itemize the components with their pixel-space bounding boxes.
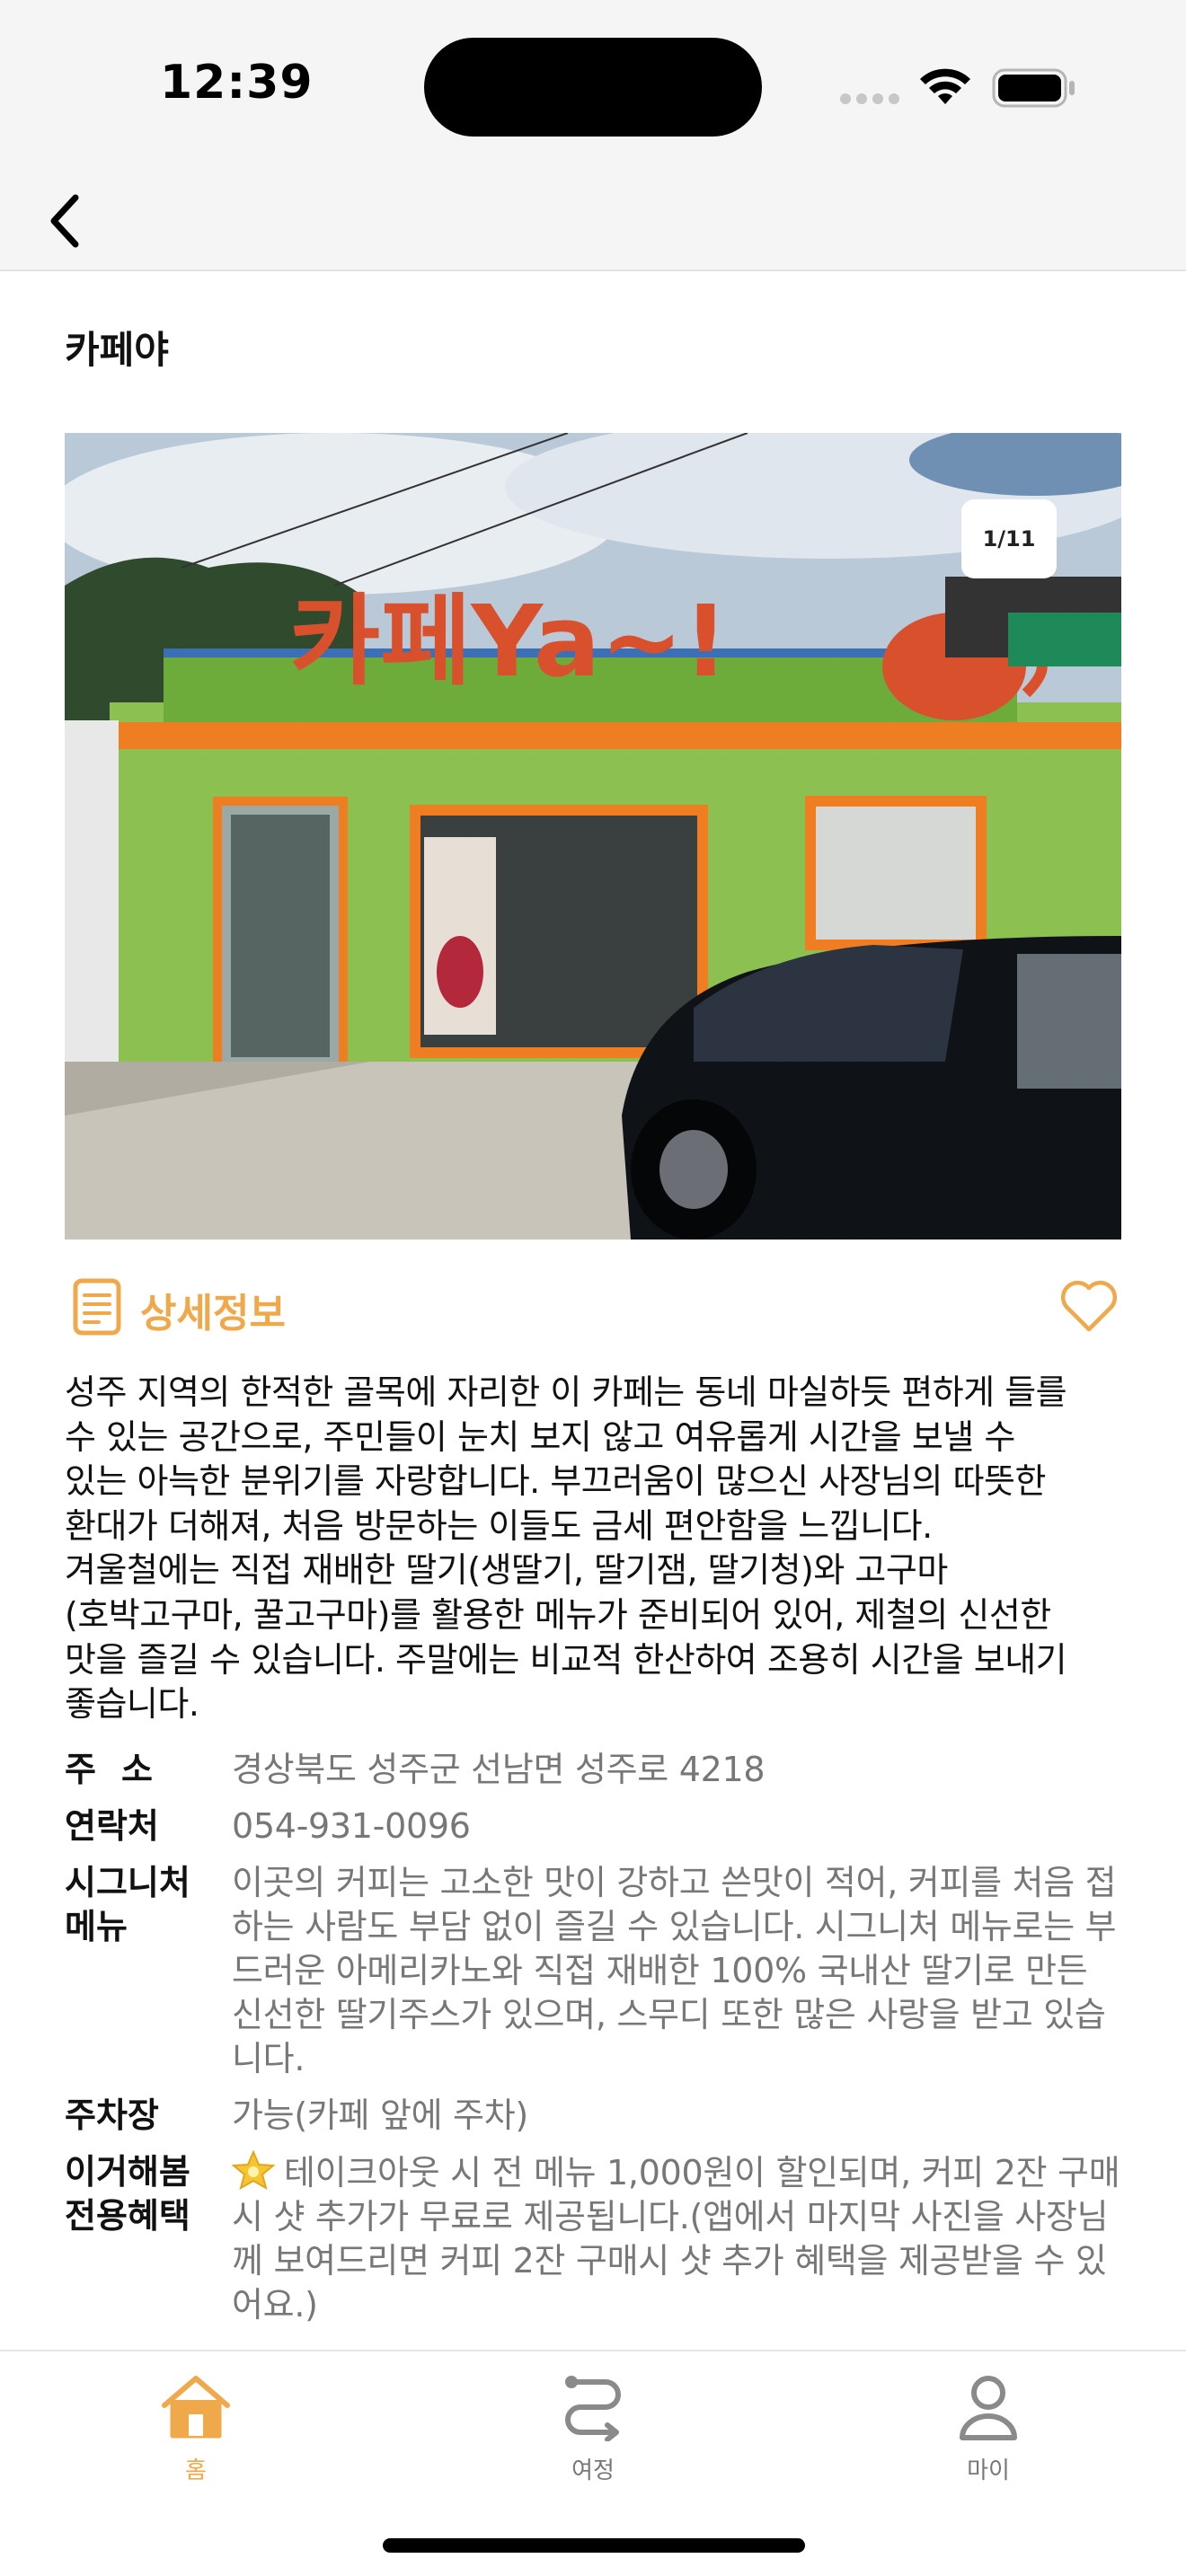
page-title: 카페야 bbox=[65, 328, 169, 372]
heart-outline-icon bbox=[1060, 1280, 1118, 1332]
address-row: 주소 경상북도 성주군 선남면 성주로 4218 bbox=[65, 1748, 1125, 1792]
nav-bar bbox=[0, 171, 1186, 271]
chevron-left-icon bbox=[50, 194, 79, 248]
tab-my[interactable]: 마이 bbox=[898, 2373, 1078, 2499]
person-icon bbox=[960, 2376, 1017, 2440]
parking-row: 주차장 가능(카페 앞에 주차) bbox=[65, 2094, 1125, 2138]
benefit-value: 테이크아웃 시 전 메뉴 1,000원이 할인되며, 커피 2잔 구매 시 샷 … bbox=[232, 2150, 1125, 2327]
document-list-icon bbox=[73, 1278, 121, 1336]
contact-phone-link[interactable]: 054-931-0096 bbox=[232, 1804, 1125, 1848]
tab-home[interactable]: 홈 bbox=[106, 2373, 286, 2499]
address-value[interactable]: 경상북도 성주군 선남면 성주로 4218 bbox=[232, 1748, 1125, 1792]
address-label: 주소 bbox=[65, 1750, 178, 1789]
back-button[interactable] bbox=[27, 183, 102, 259]
benefit-row: 이거해봄 전용혜택 테이크아웃 시 전 메뉴 1,000원이 할인되며, 커피 … bbox=[65, 2150, 1125, 2327]
signature-menu-label: 시그니처 메뉴 bbox=[65, 1863, 190, 1946]
info-list: 주소 경상북도 성주군 선남면 성주로 4218 연락처 054-931-009… bbox=[65, 1748, 1125, 2340]
detail-header: 상세정보 bbox=[65, 1275, 1121, 1338]
contact-row: 연락처 054-931-0096 bbox=[65, 1804, 1125, 1848]
wifi-icon bbox=[920, 68, 970, 104]
status-time: 12:39 bbox=[160, 56, 314, 110]
photo-carousel[interactable]: 카페Ya~! 1/11 bbox=[65, 433, 1121, 1239]
tab-journey[interactable]: 여정 bbox=[503, 2373, 683, 2499]
cellular-signal-icon bbox=[840, 93, 899, 104]
parking-value: 가능(카페 앞에 주차) bbox=[232, 2095, 528, 2135]
photo-counter-badge: 1/11 bbox=[961, 499, 1057, 578]
signature-menu-value: 이곳의 커피는 고소한 맛이 강하고 쓴맛이 적어, 커피를 처음 접하는 사람… bbox=[232, 1863, 1117, 2078]
route-icon bbox=[565, 2376, 621, 2441]
benefit-text: 테이크아웃 시 전 메뉴 1,000원이 할인되며, 커피 2잔 구매 시 샷 … bbox=[232, 2153, 1120, 2325]
sparkle-star-icon bbox=[232, 2150, 275, 2190]
status-bar: 12:39 bbox=[0, 0, 1186, 171]
benefit-label: 이거해봄 전용혜택 bbox=[65, 2152, 190, 2236]
favorite-button[interactable] bbox=[1057, 1275, 1121, 1337]
detail-section-title: 상세정보 bbox=[140, 1291, 286, 1337]
home-icon bbox=[162, 2376, 230, 2439]
dynamic-island bbox=[424, 38, 762, 137]
battery-icon bbox=[992, 68, 1075, 108]
tab-journey-label: 여정 bbox=[571, 2457, 615, 2484]
parking-label: 주차장 bbox=[65, 2095, 159, 2135]
place-description: 성주 지역의 한적한 골목에 자리한 이 카페는 동네 마실하듯 편하게 들를 … bbox=[65, 1372, 1067, 1725]
tab-home-label: 홈 bbox=[185, 2457, 207, 2484]
home-indicator bbox=[383, 2538, 805, 2553]
tab-my-label: 마이 bbox=[967, 2457, 1010, 2484]
signature-menu-row: 시그니처 메뉴 이곳의 커피는 고소한 맛이 강하고 쓴맛이 적어, 커피를 처… bbox=[65, 1861, 1125, 2081]
svg-text:카페Ya~!: 카페Ya~! bbox=[289, 584, 729, 699]
contact-label: 연락처 bbox=[65, 1806, 159, 1846]
